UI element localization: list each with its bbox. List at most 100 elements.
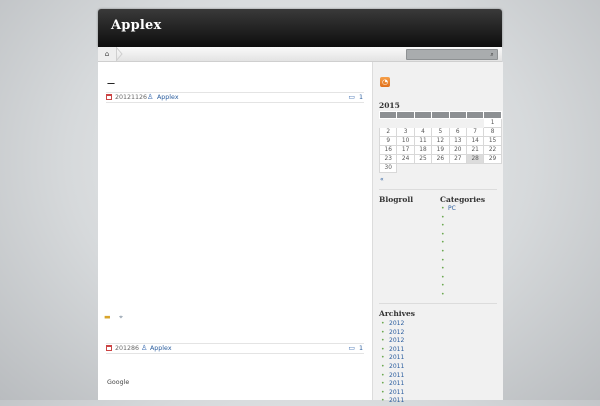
archive-item[interactable]: • 2012 bbox=[379, 320, 404, 329]
post-meta: 201286 ♙ Applex ▭ 1 bbox=[106, 343, 364, 354]
category-item[interactable]: • bbox=[440, 214, 456, 223]
calendar-widget: 1 2 3 4 5 6 7 8 9 10 11 12 13 14 15 16 17 18 19 20 21 22 23 24 2… bbox=[378, 111, 502, 173]
archive-item[interactable]: • 2011 bbox=[379, 363, 404, 372]
archive-item[interactable]: • 2011 bbox=[379, 346, 404, 355]
category-item[interactable]: • bbox=[440, 231, 456, 240]
archive-label[interactable]: 2011 bbox=[389, 389, 404, 396]
calendar-day: 30 bbox=[378, 163, 398, 173]
archive-label[interactable]: 2011 bbox=[389, 397, 404, 404]
bullet-icon: • bbox=[441, 239, 445, 247]
site-title[interactable]: Applex bbox=[111, 18, 161, 33]
main-content: — 20121126 ♙ Applex ▭ 1 ▬ ⌖ 201286 ♙ App… bbox=[98, 62, 372, 400]
weekday-header bbox=[465, 111, 485, 119]
calendar-day: 10 bbox=[396, 136, 415, 146]
bullet-icon: • bbox=[381, 345, 385, 353]
calendar-day: 15 bbox=[483, 136, 502, 146]
calendar-icon bbox=[106, 345, 112, 351]
bullet-icon: • bbox=[441, 290, 445, 298]
comment-count[interactable]: 1 bbox=[359, 344, 363, 353]
calendar-day: 5 bbox=[431, 127, 450, 137]
archive-label[interactable]: 2012 bbox=[389, 337, 404, 344]
category-label[interactable]: PC bbox=[448, 205, 456, 212]
category-item[interactable]: • bbox=[440, 248, 456, 257]
archive-item[interactable]: • 2011 bbox=[379, 380, 404, 389]
calendar-empty-cell bbox=[397, 164, 414, 173]
weekday-header bbox=[413, 111, 433, 119]
calendar-day: 12 bbox=[431, 136, 450, 146]
calendar-day: 7 bbox=[465, 127, 485, 137]
calendar-day: 6 bbox=[448, 127, 467, 137]
post-title[interactable]: — bbox=[107, 78, 115, 88]
bullet-icon: • bbox=[441, 222, 445, 230]
calendar-day: 9 bbox=[378, 136, 398, 146]
calendar-day: 25 bbox=[413, 154, 433, 164]
weekday-header bbox=[448, 111, 467, 119]
calendar-day: 17 bbox=[396, 145, 415, 155]
user-icon: ♙ bbox=[147, 93, 154, 101]
calendar-day: 18 bbox=[413, 145, 433, 155]
category-item[interactable]: • bbox=[440, 282, 456, 291]
category-item[interactable]: • bbox=[440, 274, 456, 283]
archive-item[interactable]: • 2012 bbox=[379, 329, 404, 338]
bullet-icon: • bbox=[381, 362, 385, 370]
archive-label[interactable]: 2012 bbox=[389, 329, 404, 336]
calendar-day: 24 bbox=[396, 154, 415, 164]
category-item[interactable]: • bbox=[440, 239, 456, 248]
post-author[interactable]: Applex bbox=[157, 93, 179, 102]
categories-heading: Categories bbox=[440, 195, 486, 204]
category-item[interactable]: • PC bbox=[440, 205, 456, 214]
bullet-icon: • bbox=[381, 380, 385, 388]
category-item[interactable]: • bbox=[440, 257, 456, 266]
bullet-icon: • bbox=[441, 282, 445, 290]
category-item[interactable]: • bbox=[440, 265, 456, 274]
calendar-day: 27 bbox=[448, 154, 467, 164]
sidebar: ◔ 2015 1 2 3 4 5 6 7 8 9 10 11 12 13 14 15 16 17 18 19 20 21… bbox=[372, 62, 503, 404]
post-author[interactable]: Applex bbox=[150, 344, 172, 353]
category-item[interactable]: • bbox=[440, 222, 456, 231]
bullet-icon: • bbox=[381, 388, 385, 396]
calendar-icon bbox=[106, 94, 112, 100]
calendar-day: 11 bbox=[413, 136, 433, 146]
search-icon[interactable]: ⌕ bbox=[488, 50, 496, 59]
divider bbox=[379, 303, 497, 304]
calendar-day: 3 bbox=[396, 127, 415, 137]
rss-icon[interactable]: ◔ bbox=[380, 77, 390, 87]
bullet-icon: • bbox=[441, 230, 445, 238]
archive-item[interactable]: • 2011 bbox=[379, 372, 404, 381]
category-item[interactable]: • bbox=[440, 291, 456, 300]
comment-icon: ▭ bbox=[348, 344, 355, 352]
user-icon: ♙ bbox=[141, 344, 148, 352]
calendar-day: 26 bbox=[431, 154, 450, 164]
calendar-day: 22 bbox=[483, 145, 502, 155]
calendar-empty-cell bbox=[414, 119, 431, 128]
calendar-week: 23 24 25 26 27 28 29 bbox=[378, 154, 502, 164]
calendar-day: 2 bbox=[378, 127, 398, 137]
calendar-empty-cell bbox=[466, 119, 483, 128]
bullet-icon: • bbox=[381, 328, 385, 336]
calendar-day: 28 bbox=[465, 154, 485, 164]
archive-item[interactable]: • 2011 bbox=[379, 354, 404, 363]
post-body-text: Google bbox=[107, 379, 130, 386]
archive-label[interactable]: 2012 bbox=[389, 320, 404, 327]
search-input[interactable]: ⌕ bbox=[406, 49, 498, 60]
archive-item[interactable]: • 2011 bbox=[379, 397, 404, 406]
archive-label[interactable]: 2011 bbox=[389, 354, 404, 361]
home-icon[interactable]: ⌂ bbox=[98, 47, 117, 61]
calendar-prev-link[interactable]: « bbox=[380, 176, 384, 183]
archive-label[interactable]: 2011 bbox=[389, 372, 404, 379]
archive-label[interactable]: 2011 bbox=[389, 380, 404, 387]
bullet-icon: • bbox=[381, 337, 385, 345]
archive-label[interactable]: 2011 bbox=[389, 363, 404, 370]
calendar-day: 16 bbox=[378, 145, 398, 155]
calendar-day: 1 bbox=[483, 118, 502, 128]
archive-item[interactable]: • 2012 bbox=[379, 337, 404, 346]
divider bbox=[379, 189, 497, 190]
archive-label[interactable]: 2011 bbox=[389, 346, 404, 353]
calendar-empty-cell bbox=[380, 119, 397, 128]
calendar-week: 9 10 11 12 13 14 15 bbox=[378, 136, 502, 146]
archive-item[interactable]: • 2011 bbox=[379, 389, 404, 398]
bullet-icon: • bbox=[441, 256, 445, 264]
comment-count[interactable]: 1 bbox=[359, 93, 363, 102]
page-wrapper: Applex ⌂ ⌕ — 20121126 ♙ Applex ▭ 1 ▬ ⌖ 2… bbox=[98, 9, 503, 404]
tag-icon: ⌖ bbox=[119, 313, 123, 321]
